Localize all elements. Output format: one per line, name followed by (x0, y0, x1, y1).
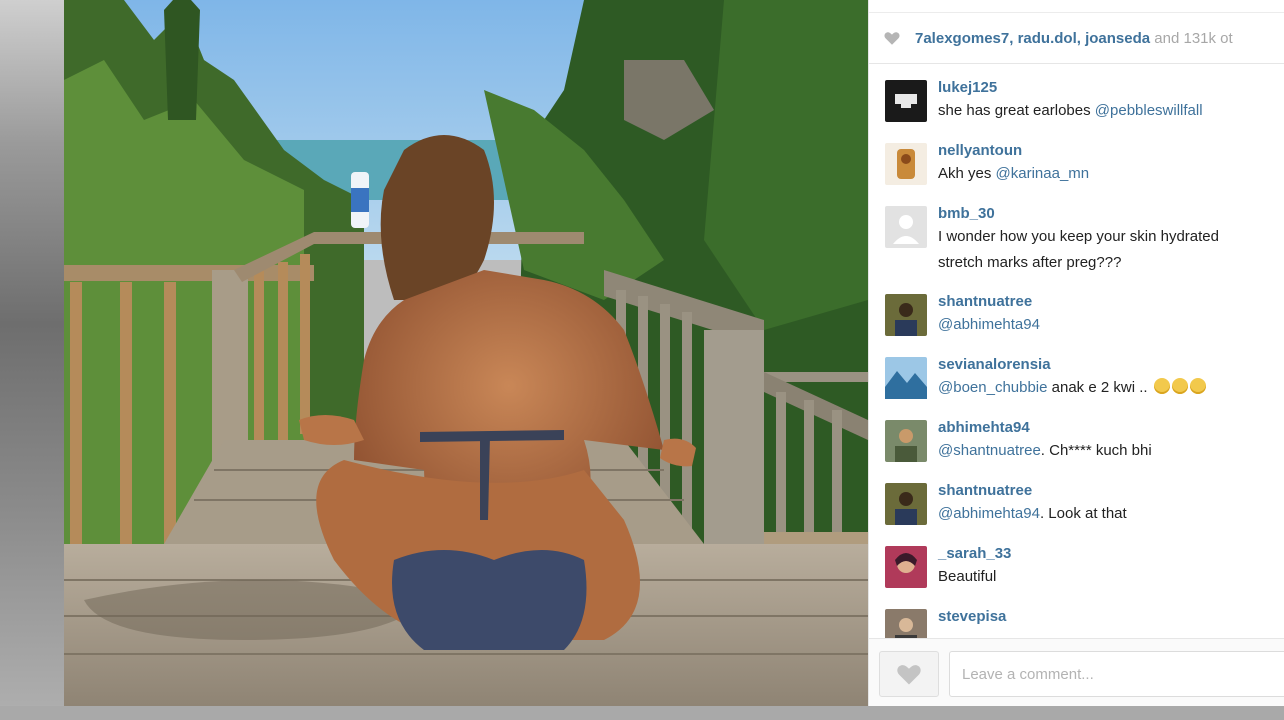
comment-item: abhimehta94 @shantnuatree. Ch**** kuch b… (869, 418, 1284, 481)
comments-panel: 7alexgomes7, radu.dol, joanseda and 131k… (868, 0, 1284, 706)
heart-icon (897, 665, 921, 685)
comment-text: Beautiful (938, 568, 997, 585)
liker-link[interactable]: 7alexgomes7 (915, 30, 1009, 47)
avatar[interactable] (885, 609, 927, 638)
mention-link[interactable]: @boen_chubbie (938, 379, 1047, 396)
avatar[interactable] (885, 483, 927, 525)
likes-count-text: and 131k ot (1154, 29, 1233, 47)
comment-username[interactable]: stevepisa (938, 607, 1284, 627)
avatar[interactable] (885, 294, 927, 336)
comment-username[interactable]: bmb_30 (938, 204, 1284, 224)
avatar[interactable] (885, 420, 927, 462)
heart-icon (884, 32, 900, 45)
avatar[interactable] (885, 206, 927, 248)
comment-bar (869, 638, 1284, 706)
liker-link[interactable]: radu.dol (1018, 30, 1077, 47)
comment-input[interactable] (949, 651, 1284, 697)
comment-item: _sarah_33 Beautiful (869, 544, 1284, 607)
comment-text: @shantnuatree. Ch**** kuch bhi (938, 442, 1152, 459)
comment-text-line2: stretch marks after preg??? (938, 254, 1122, 271)
comment-username[interactable]: nellyantoun (938, 141, 1284, 161)
like-button[interactable] (879, 651, 939, 697)
mention-link[interactable]: @shantnuatree (938, 442, 1041, 459)
laughing-emoji-icon (1189, 378, 1206, 394)
comment-text: she has great earlobes @pebbleswillfall (938, 102, 1203, 119)
comment-username[interactable]: abhimehta94 (938, 418, 1284, 438)
comment-text: @boen_chubbie anak e 2 kwi .. (938, 375, 1284, 401)
mention-link[interactable]: @abhimehta94 (938, 505, 1040, 522)
comment-item: nellyantoun Akh yes @karinaa_mn (869, 141, 1284, 204)
comment-item: stevepisa (869, 607, 1284, 638)
avatar[interactable] (885, 80, 927, 122)
comment-item: bmb_30 I wonder how you keep your skin h… (869, 204, 1284, 292)
likes-bar: 7alexgomes7, radu.dol, joanseda and 131k… (869, 12, 1284, 64)
comment-text: @abhimehta94. Look at that (938, 505, 1127, 522)
comment-username[interactable]: shantnuatree (938, 292, 1284, 312)
comment-username[interactable]: _sarah_33 (938, 544, 1284, 564)
comment-username[interactable]: sevianalorensia (938, 355, 1284, 375)
blurred-background (0, 0, 64, 720)
comment-item: shantnuatree @abhimehta94 (869, 292, 1284, 355)
liker-link[interactable]: joanseda (1085, 30, 1150, 47)
comment-item: shantnuatree @abhimehta94. Look at that (869, 481, 1284, 544)
avatar[interactable] (885, 357, 927, 399)
comment-username[interactable]: lukej125 (938, 78, 1284, 98)
mention-link[interactable]: @karinaa_mn (996, 165, 1090, 182)
comment-text: I wonder how you keep your skin hydrated (938, 228, 1219, 245)
laughing-emoji-icon (1171, 378, 1188, 394)
comment-item: lukej125 she has great earlobes @pebbles… (869, 78, 1284, 141)
avatar[interactable] (885, 143, 927, 185)
comment-item: sevianalorensia @boen_chubbie anak e 2 k… (869, 355, 1284, 418)
comment-text: @abhimehta94 (938, 312, 1284, 338)
laughing-emoji-icon (1153, 378, 1170, 394)
likes-summary: 7alexgomes7, radu.dol, joanseda and 131k… (915, 29, 1233, 47)
mention-link[interactable]: @pebbleswillfall (1095, 102, 1203, 119)
comment-username[interactable]: shantnuatree (938, 481, 1284, 501)
comment-text: Akh yes @karinaa_mn (938, 165, 1090, 182)
mention-link[interactable]: @abhimehta94 (938, 316, 1040, 333)
video-bottom-strip (0, 706, 1284, 720)
comment-list[interactable]: lukej125 she has great earlobes @pebbles… (869, 64, 1284, 638)
post-photo (64, 0, 868, 706)
photo-illustration (64, 0, 868, 706)
avatar[interactable] (885, 546, 927, 588)
